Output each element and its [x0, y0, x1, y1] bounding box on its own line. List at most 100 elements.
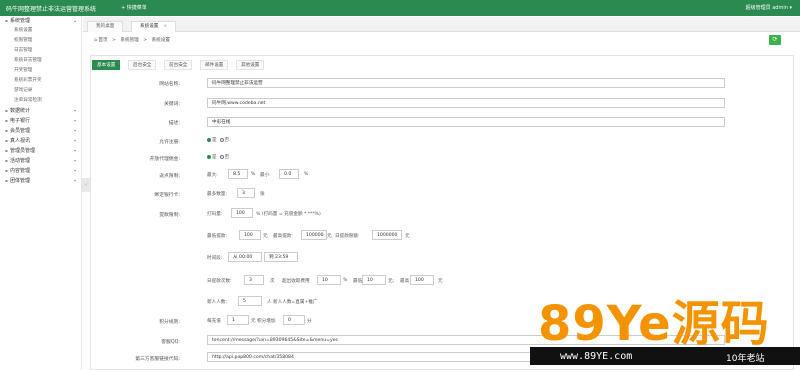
discount-prefix: 打码量: — [207, 212, 223, 217]
rebate-min-input[interactable]: 0.0 — [279, 169, 299, 179]
qq-label: 客服QQ: — [161, 340, 180, 345]
min-fee-unit: 元; — [388, 279, 395, 284]
radio-yes[interactable] — [207, 154, 211, 159]
chevron-icon: ▾ — [73, 108, 76, 113]
max-withdraw-prefix: 最高提款: — [273, 234, 293, 239]
bind-card-label: 绑定银行卡: — [154, 193, 180, 198]
min-withdraw-input[interactable]: 100 — [239, 230, 261, 240]
points-input-2[interactable]: 0 — [283, 315, 305, 325]
breadcrumb-home[interactable]: ⌂ 首页 — [94, 38, 108, 43]
newbie-desc: 人 新人人数=直属+推广 — [267, 300, 318, 305]
allow-register-radios: 是 否 — [207, 137, 229, 143]
breadcrumb-sep: > — [143, 38, 148, 43]
breadcrumb-level1[interactable]: 系统管理 — [120, 38, 138, 43]
keywords-input[interactable]: 码牛网,www.codeba.net — [207, 98, 725, 108]
radio-label: 是 — [212, 138, 217, 143]
day-max-prefix: 日提款限额: — [335, 234, 360, 239]
newbie-input[interactable]: 5 — [238, 296, 262, 306]
newbie-prefix: 新人人数: — [207, 300, 227, 305]
watermark-strip: www.89YE.com 10年老站 — [530, 347, 800, 365]
subtab-frontend-security[interactable]: 前台安全 — [164, 60, 193, 70]
watermark-logo: 89Ye源码 www.89YE.com 10年老站 — [530, 295, 800, 370]
subtab-other[interactable]: 其他设置 — [236, 60, 265, 70]
rebate-min-prefix: 最小: — [260, 173, 271, 178]
rebate-max-input[interactable]: 8.5 — [228, 169, 248, 179]
sidebar-label: 会员管理 — [10, 128, 31, 134]
third-party-chat-label: 第三方客服链接代码: — [135, 357, 180, 362]
discount-desc: % (打码量 = 充值金额 * ***%) — [256, 212, 321, 217]
radio-label: 是 — [212, 155, 217, 160]
subtab-mail[interactable]: 邮件设置 — [200, 60, 229, 70]
radio-no[interactable] — [219, 154, 224, 159]
bind-card-input[interactable]: 3 — [237, 188, 255, 198]
sidebar-item[interactable]: 系统日志管理 — [0, 56, 81, 66]
time-from-input[interactable]: 从 00:00 — [228, 252, 262, 262]
site-name-label: 网站名称: — [159, 82, 180, 87]
sidebar-item[interactable]: 权限管理 — [0, 36, 81, 46]
open-agent-radios: 是 否 — [207, 154, 229, 160]
day-max-unit: 元 — [405, 234, 410, 239]
rebate-max-prefix: 最大: — [207, 173, 218, 178]
description-input[interactable]: 中彩在线 — [207, 117, 725, 127]
sidebar-item[interactable]: 游戏记录 — [0, 86, 81, 96]
sidebar-label: 权限管理 — [14, 38, 33, 43]
rebate-label: 返点限制: — [159, 174, 180, 179]
breadcrumb-sep: > — [112, 38, 116, 43]
sidebar-item[interactable]: 日志管理 — [0, 46, 81, 56]
max-fee-input[interactable]: 100 — [410, 275, 434, 285]
max-fee-unit: 元 — [438, 279, 443, 284]
time-to-input[interactable]: 到 23:59 — [264, 252, 298, 262]
tabs-bar: 我的桌面 系统设置 × — [83, 17, 800, 32]
site-name-input[interactable]: 码牛网整理禁止非法运营 — [207, 78, 725, 88]
radio-yes[interactable] — [207, 137, 211, 142]
quick-menu-button[interactable]: + 快捷菜单 — [121, 4, 147, 11]
sidebar-label: 系统彩票开奖 — [14, 78, 42, 83]
sidebar-group[interactable]: ▪ 系统管理 ▴ — [0, 16, 81, 26]
discount-input[interactable]: 100 — [231, 208, 253, 218]
breadcrumb-level2: 系统设置 — [151, 38, 170, 43]
sidebar-label: 团体管理 — [10, 178, 31, 184]
tab-desktop[interactable]: 我的桌面 — [87, 21, 124, 32]
sidebar-collapse-button[interactable]: ‹ — [82, 178, 90, 192]
sidebar-label: 真人视讯 — [10, 138, 31, 144]
rebate-max-unit: % — [251, 172, 256, 177]
open-agent-label: 开放代理佣金: — [149, 157, 180, 162]
sidebar-group[interactable]: ▪ 数据统计 ▾ — [0, 106, 81, 116]
tab-label: 我的桌面 — [96, 24, 115, 29]
tab-system-settings[interactable]: 系统设置 × — [131, 21, 177, 32]
sidebar-label: 日志管理 — [14, 48, 33, 53]
points-input[interactable]: 1 — [227, 315, 249, 325]
points-mid: 元 积分增加 — [251, 319, 276, 324]
day-count-unit: 次 — [270, 279, 275, 284]
subtab-basic[interactable]: 基本设置 — [92, 60, 121, 70]
user-menu[interactable]: 超级管理员 admin ▾ — [746, 4, 792, 11]
over-fee-prefix: 超出收取费用 — [282, 279, 310, 284]
watermark-big-text: 89Ye源码 — [538, 296, 770, 352]
points-prefix: 每充值 — [207, 319, 221, 324]
day-max-input[interactable]: 1000000 — [372, 230, 402, 240]
max-withdraw-input[interactable]: 100000 — [301, 230, 327, 240]
sidebar-label: 内容管理 — [10, 168, 31, 174]
min-fee-input[interactable]: 10 — [362, 275, 386, 285]
min-withdraw-prefix: 最低提款: — [207, 234, 227, 239]
day-count-prefix: 日提款次数: — [207, 279, 232, 284]
radio-no[interactable] — [219, 137, 224, 142]
keywords-label: 关键词: — [163, 102, 180, 107]
sidebar-item[interactable]: 系统设置 — [0, 26, 81, 36]
refresh-button[interactable]: ⟳ — [769, 35, 781, 45]
over-fee-input[interactable]: 10 — [317, 275, 341, 285]
chevron-icon: ▾ — [73, 128, 76, 133]
allow-register-label: 允许注册: — [159, 140, 180, 145]
bind-card-unit: 张 — [260, 192, 265, 197]
subtab-backend-security[interactable]: 后台安全 — [128, 60, 157, 70]
close-icon[interactable]: × — [163, 24, 167, 29]
breadcrumb: ⌂ 首页 > 系统管理 > 系统设置 — [94, 37, 173, 43]
day-count-input[interactable]: 3 — [244, 275, 264, 285]
points-label: 积分规则: — [159, 320, 180, 325]
watermark-tagline: 10年老站 — [726, 354, 765, 364]
chevron-icon: ▴ — [73, 18, 76, 23]
sidebar-group[interactable]: ▪ 会员管理 ▾ — [0, 126, 81, 136]
bind-card-prefix: 最多数量: — [207, 192, 227, 197]
sidebar-label: 系统管理 — [10, 18, 31, 24]
sidebar-item[interactable]: 开奖管理 — [0, 66, 81, 76]
